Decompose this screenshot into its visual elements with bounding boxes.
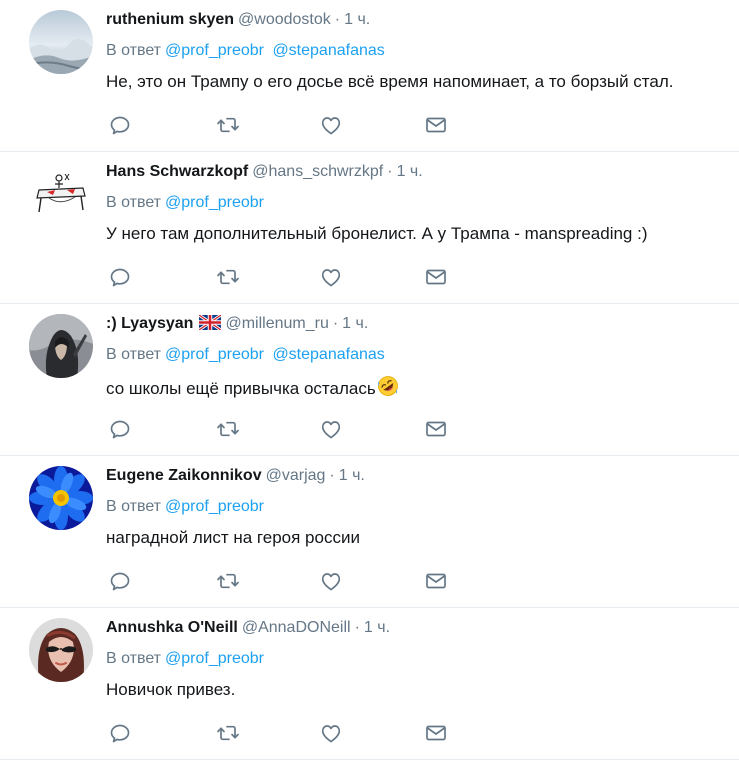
direct-message-icon[interactable] — [424, 265, 448, 289]
avatar[interactable] — [29, 10, 93, 74]
retweet-icon[interactable] — [216, 113, 240, 137]
reply-context: В ответ @prof_preobr — [106, 192, 719, 214]
fullname[interactable]: :) Lyaysyan — [106, 315, 193, 332]
mention-link[interactable]: @prof_preobr — [165, 194, 264, 211]
separator-dot: · — [332, 315, 339, 332]
reply-context: В ответ @prof_preobr — [106, 496, 719, 518]
fullname[interactable]: Hans Schwarzkopf — [106, 163, 248, 180]
mention-link[interactable]: @prof_preobr — [165, 650, 264, 667]
reply-context: В ответ @prof_preobr @stepanafanas — [106, 344, 719, 366]
timestamp[interactable]: 1 ч. — [339, 467, 365, 484]
direct-message-icon[interactable] — [424, 721, 448, 745]
mention-link[interactable]: @stepanafanas — [272, 42, 384, 59]
tweet-header: Hans Schwarzkopf @hans_schwrzkpf · 1 ч. — [106, 161, 719, 183]
reply-prefix: В ответ — [106, 498, 162, 515]
tweet-text: Новичок привез. — [106, 680, 236, 699]
tweet[interactable]: Annushka O'Neill @AnnaDONeill · 1 ч. В отве… — [0, 608, 739, 760]
retweet-icon[interactable] — [216, 417, 240, 441]
username[interactable]: @AnnaDONeill — [242, 619, 351, 636]
tweet[interactable]: Eugene Zaikonnikov @varjag · 1 ч. В ответ @p… — [0, 456, 739, 608]
uk-flag-icon — [198, 313, 223, 337]
direct-message-icon[interactable] — [424, 569, 448, 593]
tweet-text: со школы ещё привычка осталась — [106, 379, 376, 398]
reply-context: В ответ @prof_preobr — [106, 648, 719, 670]
username[interactable]: @millenum_ru — [225, 315, 328, 332]
like-icon[interactable] — [319, 417, 343, 441]
avatar[interactable] — [29, 466, 93, 530]
mention-link[interactable]: @prof_preobr — [165, 346, 264, 363]
tweet-header: :) Lyaysyan @millenum_ru · 1 ч. — [106, 313, 719, 335]
tweet-text: наградной лист на героя россии — [106, 528, 360, 547]
timestamp[interactable]: 1 ч. — [342, 315, 368, 332]
separator-dot: · — [387, 163, 393, 180]
fullname[interactable]: Annushka O'Neill — [106, 619, 238, 636]
reply-icon[interactable] — [108, 417, 132, 441]
reply-icon[interactable] — [108, 265, 132, 289]
separator-dot: · — [354, 619, 360, 636]
rolling-on-floor-laughing-icon — [377, 375, 399, 403]
reply-prefix: В ответ — [106, 650, 162, 667]
fullname[interactable]: ruthenium skyen — [106, 11, 234, 28]
tweet-header: Annushka O'Neill @AnnaDONeill · 1 ч. — [106, 617, 719, 639]
like-icon[interactable] — [319, 113, 343, 137]
avatar[interactable] — [29, 162, 93, 226]
like-icon[interactable] — [319, 569, 343, 593]
direct-message-icon[interactable] — [424, 113, 448, 137]
reply-prefix: В ответ — [106, 346, 162, 363]
tweet-text: У него там дополнительный бронелист. А у… — [106, 224, 648, 243]
retweet-icon[interactable] — [216, 265, 240, 289]
reply-icon[interactable] — [108, 721, 132, 745]
timestamp[interactable]: 1 ч. — [344, 11, 370, 28]
mention-link[interactable]: @prof_preobr — [165, 42, 264, 59]
username[interactable]: @hans_schwrzkpf — [252, 163, 383, 180]
tweet[interactable]: :) Lyaysyan @millenum_ru · 1 ч. В ответ @pr… — [0, 304, 739, 456]
retweet-icon[interactable] — [216, 569, 240, 593]
fullname[interactable]: Eugene Zaikonnikov — [106, 467, 262, 484]
like-icon[interactable] — [319, 265, 343, 289]
username[interactable]: @woodostok — [238, 11, 331, 28]
mention-link[interactable]: @stepanafanas — [272, 346, 384, 363]
tweet-header: Eugene Zaikonnikov @varjag · 1 ч. — [106, 465, 719, 487]
tweet[interactable]: Hans Schwarzkopf @hans_schwrzkpf · 1 ч. В о… — [0, 152, 739, 304]
tweet-text: Не, это он Трампу о его досье всё время … — [106, 72, 674, 91]
reply-icon[interactable] — [108, 113, 132, 137]
avatar[interactable] — [29, 314, 93, 378]
tweet[interactable]: ruthenium skyen @woodostok · 1 ч. В ответ @p… — [0, 0, 739, 152]
timestamp[interactable]: 1 ч. — [364, 619, 390, 636]
reply-prefix: В ответ — [106, 194, 162, 211]
separator-dot: · — [334, 11, 341, 28]
username[interactable]: @varjag — [266, 467, 326, 484]
mention-link[interactable]: @prof_preobr — [165, 498, 264, 515]
separator-dot: · — [329, 467, 335, 484]
reply-context: В ответ @prof_preobr @stepanafanas — [106, 40, 719, 62]
tweet-text-line: со школы ещё привычка осталась — [106, 375, 719, 403]
retweet-icon[interactable] — [216, 721, 240, 745]
avatar[interactable] — [29, 618, 93, 682]
timestamp[interactable]: 1 ч. — [397, 163, 423, 180]
reply-prefix: В ответ — [106, 42, 162, 59]
direct-message-icon[interactable] — [424, 417, 448, 441]
reply-icon[interactable] — [108, 569, 132, 593]
like-icon[interactable] — [319, 721, 343, 745]
tweet-header: ruthenium skyen @woodostok · 1 ч. — [106, 9, 719, 31]
